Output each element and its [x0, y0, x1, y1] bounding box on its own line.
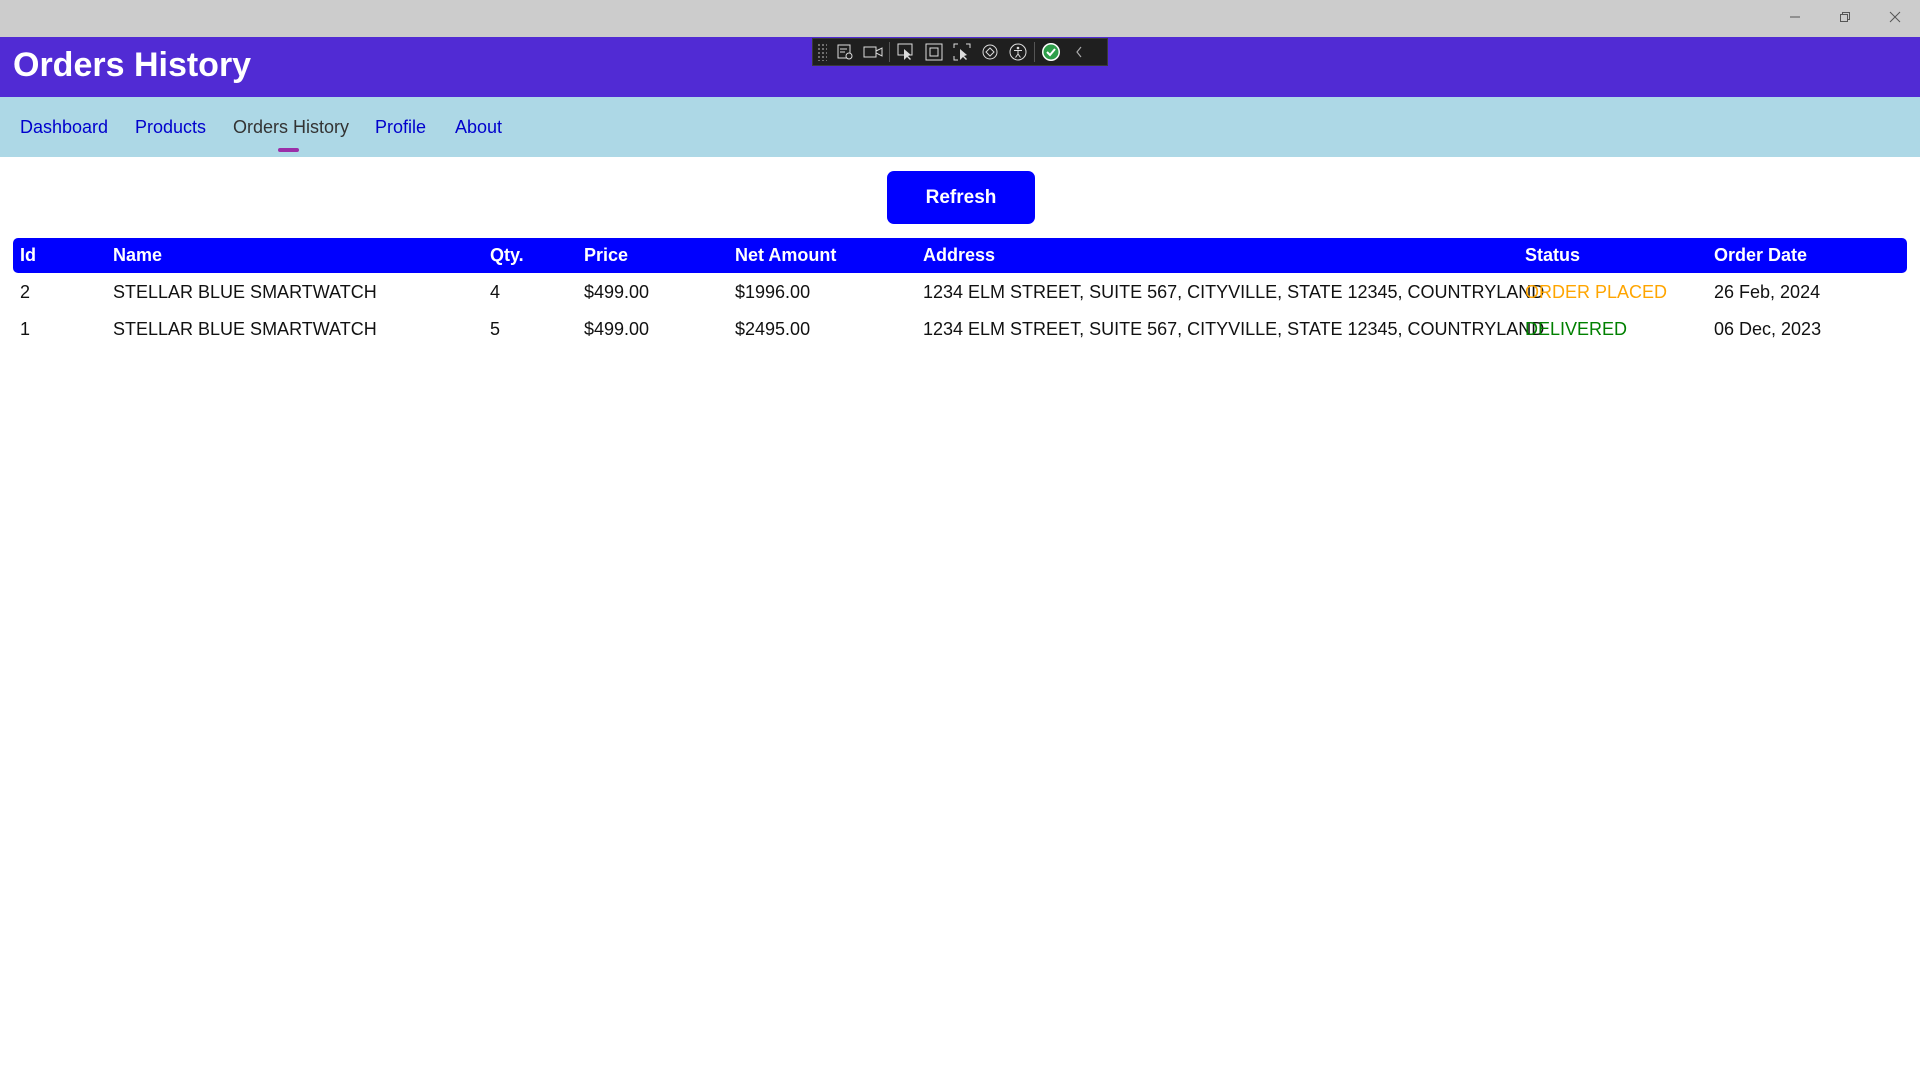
restore-icon [1840, 12, 1850, 22]
close-icon [1889, 11, 1901, 23]
column-header-name: Name [113, 245, 163, 265]
restore-button[interactable] [1820, 0, 1870, 34]
nav-item-dashboard[interactable]: Dashboard [20, 97, 108, 157]
binding-check-button[interactable] [1037, 38, 1065, 66]
cell-net-amount: $2495.00 [735, 319, 811, 339]
hot-reload-icon [982, 44, 998, 60]
collapse-chevron-icon [1076, 46, 1082, 58]
table-row[interactable]: 1 STELLAR BLUE SMARTWATCH 5 $499.00 $249… [0, 311, 1920, 348]
cell-order-date: 06 Dec, 2023 [1714, 319, 1822, 339]
active-tab-indicator [278, 148, 299, 152]
column-header-net-amount: Net Amount [735, 245, 837, 265]
nav-item-products[interactable]: Products [135, 97, 206, 157]
cell-order-date: 26 Feb, 2024 [1714, 282, 1821, 302]
column-header-qty: Qty. [490, 245, 524, 265]
minimize-button[interactable] [1770, 0, 1820, 34]
column-header-id: Id [20, 245, 36, 265]
cell-net-amount: $1996.00 [735, 282, 811, 302]
nav-item-profile[interactable]: Profile [375, 97, 426, 157]
window-title-bar [0, 0, 1920, 37]
orders-table-header: Id Name Qty. Price Net Amount Address St… [13, 238, 1907, 273]
cell-qty: 5 [490, 319, 501, 339]
toolbar-separator [889, 42, 890, 62]
accessibility-icon [1009, 43, 1027, 61]
display-layout-adorners-button[interactable] [920, 38, 948, 66]
debug-toolbar [812, 38, 1108, 66]
table-row[interactable]: 2 STELLAR BLUE SMARTWATCH 4 $499.00 $199… [0, 274, 1920, 311]
cell-address: 1234 ELM STREET, SUITE 567, CITYVILLE, S… [923, 319, 1545, 339]
collapse-toolbar-button[interactable] [1065, 38, 1093, 66]
live-visual-tree-icon [837, 44, 853, 60]
track-focus-icon [953, 43, 971, 61]
track-focus-button[interactable] [948, 38, 976, 66]
cell-price: $499.00 [584, 282, 650, 302]
cell-status-delivered: DELIVERED [1525, 319, 1628, 339]
accessibility-checker-button[interactable] [1004, 38, 1032, 66]
minimize-icon [1790, 16, 1800, 18]
cell-price: $499.00 [584, 319, 650, 339]
select-element-button[interactable] [892, 38, 920, 66]
column-header-price: Price [584, 245, 629, 265]
binding-check-icon [1042, 43, 1060, 61]
hot-reload-button[interactable] [976, 38, 1004, 66]
cell-id: 1 [20, 319, 31, 339]
nav-item-about[interactable]: About [455, 97, 502, 157]
record-button[interactable] [859, 38, 887, 66]
cell-address: 1234 ELM STREET, SUITE 567, CITYVILLE, S… [923, 282, 1545, 302]
cell-name: STELLAR BLUE SMARTWATCH [113, 282, 377, 302]
column-header-status: Status [1525, 245, 1581, 265]
select-element-icon [897, 43, 913, 60]
display-layout-adorners-icon [925, 43, 943, 61]
toolbar-separator [1034, 42, 1035, 62]
page-title: Orders History [13, 46, 252, 84]
column-header-order-date: Order Date [1714, 245, 1808, 265]
cell-status-order-placed: ORDER PLACED [1525, 282, 1668, 302]
cell-qty: 4 [490, 282, 501, 302]
cell-id: 2 [20, 282, 31, 302]
window-controls [1770, 0, 1920, 37]
toolbar-grip-handle[interactable] [817, 43, 827, 61]
cell-name: STELLAR BLUE SMARTWATCH [113, 319, 377, 339]
live-visual-tree-button[interactable] [831, 38, 859, 66]
refresh-button[interactable]: Refresh [887, 171, 1035, 224]
column-header-address: Address [923, 245, 996, 265]
record-icon [863, 46, 883, 58]
close-button[interactable] [1870, 0, 1920, 34]
